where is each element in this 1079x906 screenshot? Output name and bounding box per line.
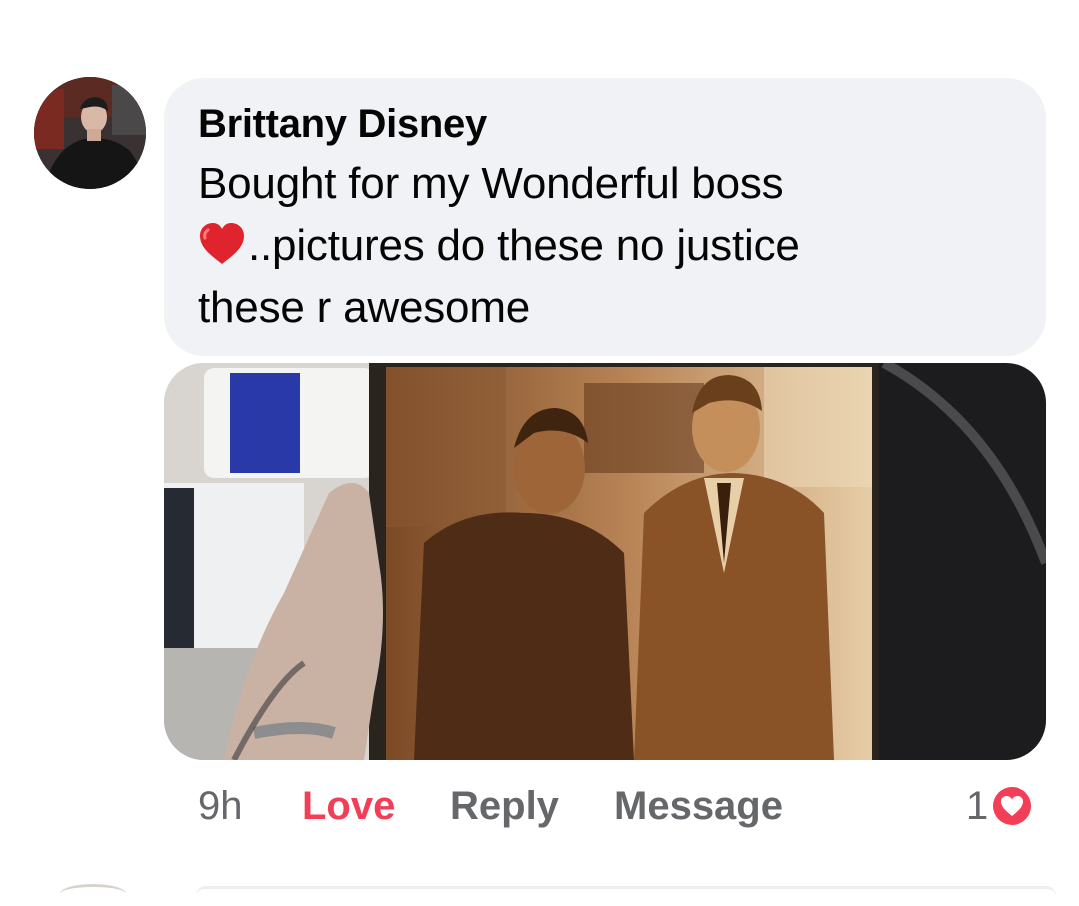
love-reaction-icon	[991, 785, 1034, 827]
author-name[interactable]: Brittany Disney	[198, 98, 1046, 150]
message-button[interactable]: Message	[614, 780, 783, 832]
comment-text-line-2: ..pictures do these no justice	[198, 215, 998, 277]
comment-timestamp[interactable]: 9h	[198, 780, 243, 832]
love-reaction-button[interactable]: Love	[302, 780, 395, 832]
reaction-count: 1	[966, 784, 989, 828]
comment-text: Bought for my Wonderful boss ..pictures …	[198, 153, 998, 339]
comment-bubble: Brittany Disney Bought for my Wonderful …	[164, 78, 1046, 356]
author-avatar[interactable]	[34, 77, 146, 189]
reaction-summary[interactable]: 1	[966, 780, 1034, 832]
comment-text-line-2-text: ..pictures do these no justice	[248, 221, 800, 270]
reply-button[interactable]: Reply	[450, 780, 559, 832]
red-heart-icon	[200, 223, 244, 264]
next-comment-avatar-edge	[60, 884, 126, 904]
comment-text-line-3: these r awesome	[198, 283, 531, 332]
next-comment-bubble-edge	[196, 886, 1056, 906]
comment-text-line-1: Bought for my Wonderful boss	[198, 159, 784, 208]
comment-photo[interactable]	[164, 363, 1046, 760]
